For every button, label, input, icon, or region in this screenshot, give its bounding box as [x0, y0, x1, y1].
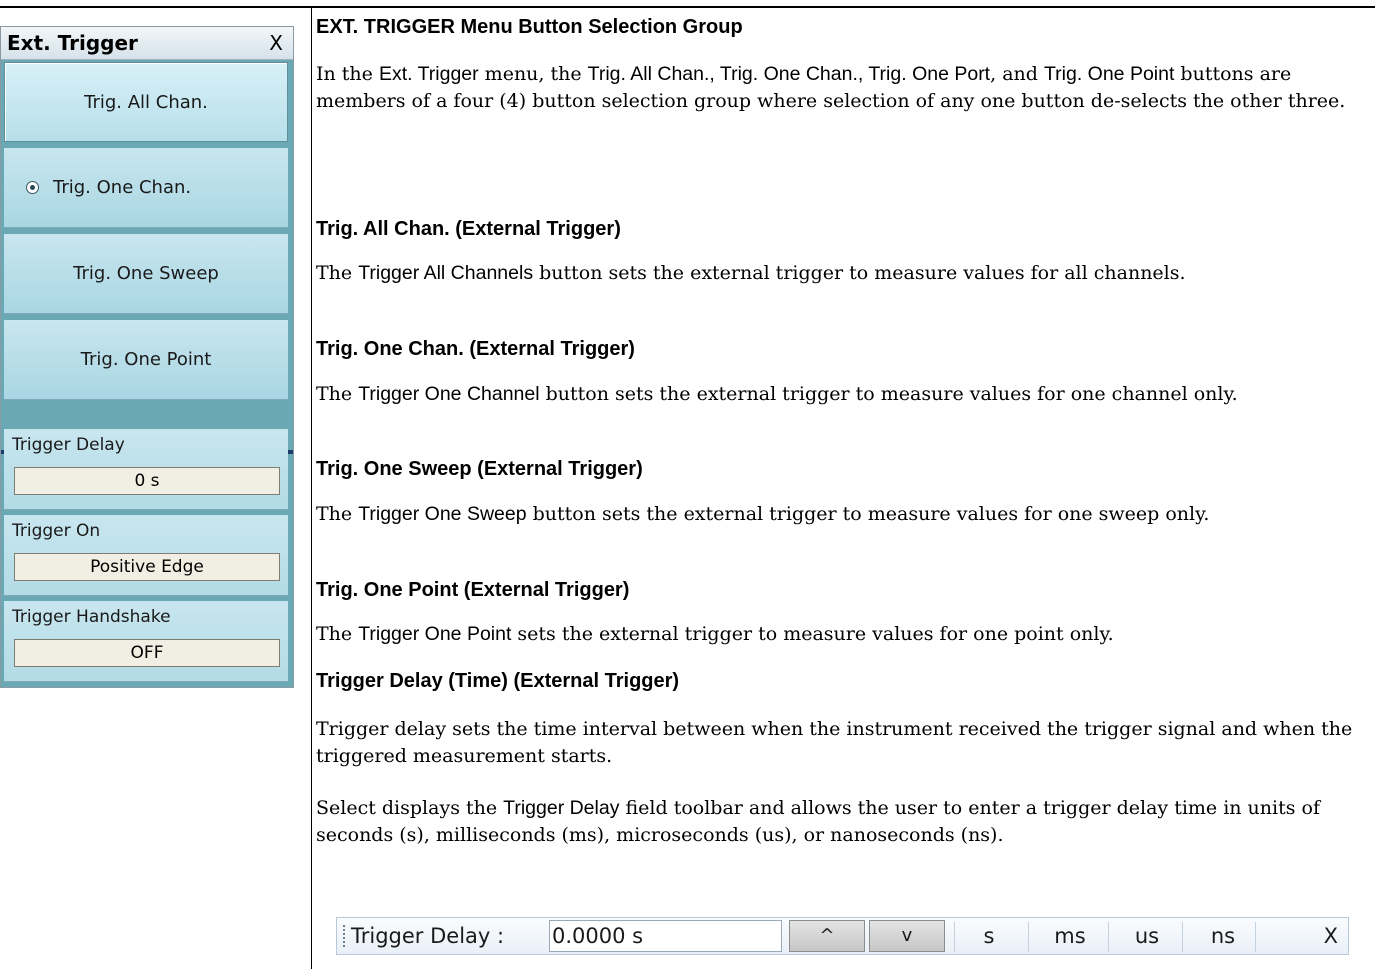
trigger-delay-input[interactable]: 0.0000 s [549, 920, 782, 952]
trig-one-sweep-slot: Trig. One Sweep [1, 231, 293, 317]
menu-close-icon[interactable]: X [269, 31, 283, 55]
trig-one-sweep-button[interactable]: Trig. One Sweep [4, 234, 288, 314]
decrement-button[interactable]: v [869, 920, 945, 952]
toolbar-grip-icon[interactable] [343, 925, 345, 949]
trigger-delay-paragraph-1: Trigger delay sets the time interval bet… [316, 718, 1353, 767]
one-chan-paragraph: The Trigger One Channel button sets the … [316, 383, 1238, 405]
top-rule [0, 6, 1375, 8]
trig-all-chan-label: Trig. All Chan. [84, 91, 208, 113]
chevron-down-icon: v [901, 925, 913, 946]
menu-title-bar: Ext. Trigger X [1, 27, 293, 60]
unit-ms-button[interactable]: ms [1040, 924, 1100, 948]
toolbar-divider [954, 922, 955, 952]
trig-one-chan-button[interactable]: Trig. One Chan. [4, 148, 288, 228]
trigger-handshake-value[interactable]: OFF [14, 639, 280, 667]
ext-trigger-menu: Ext. Trigger X Trig. All Chan. Trig. One… [0, 26, 294, 688]
menu-title: Ext. Trigger [7, 31, 138, 55]
toolbar-divider [1182, 922, 1183, 952]
one-chan-heading: Trig. One Chan. (External Trigger) [316, 338, 635, 360]
trig-one-chan-slot: Trig. One Chan. [1, 145, 293, 231]
toolbar-label: Trigger Delay : [351, 924, 505, 948]
trigger-delay-label: Trigger Delay [12, 435, 125, 455]
chevron-up-icon: ^ [819, 925, 835, 946]
trig-one-chan-label: Trig. One Chan. [53, 177, 192, 198]
trigger-delay-toolbar: Trigger Delay : 0.0000 s ^ v s ms us ns … [336, 917, 1349, 955]
trigger-delay-heading: Trigger Delay (Time) (External Trigger) [316, 670, 680, 692]
trigger-delay-paragraph-2: Select displays the Trigger Delay field … [316, 797, 1321, 846]
toolbar-divider [1028, 922, 1029, 952]
toolbar-divider [1255, 922, 1256, 952]
all-chan-heading: Trig. All Chan. (External Trigger) [316, 218, 621, 240]
group-paragraph: In the Ext. Trigger menu, the Trig. All … [316, 63, 1346, 112]
trigger-delay-value[interactable]: 0 s [14, 467, 280, 495]
one-sweep-paragraph: The Trigger One Sweep button sets the ex… [316, 503, 1210, 525]
radio-selected-icon [26, 181, 39, 194]
trigger-handshake-label: Trigger Handshake [12, 607, 171, 627]
toolbar-divider [1108, 922, 1109, 952]
all-chan-paragraph: The Trigger All Channels button sets the… [316, 262, 1186, 284]
unit-us-button[interactable]: us [1117, 924, 1177, 948]
one-sweep-heading: Trig. One Sweep (External Trigger) [316, 458, 643, 480]
unit-s-button[interactable]: s [959, 924, 1019, 948]
column-divider [311, 6, 312, 969]
toolbar-close-icon[interactable]: X [1324, 924, 1338, 948]
increment-button[interactable]: ^ [789, 920, 865, 952]
trig-one-point-slot: Trig. One Point [1, 317, 293, 403]
trigger-on-field[interactable]: Trigger On Positive Edge [4, 515, 288, 596]
one-point-paragraph: The Trigger One Point sets the external … [316, 623, 1114, 645]
trig-one-sweep-label: Trig. One Sweep [73, 263, 219, 284]
trigger-handshake-field[interactable]: Trigger Handshake OFF [4, 601, 288, 682]
trigger-on-label: Trigger On [12, 521, 101, 541]
trigger-delay-field[interactable]: Trigger Delay 0 s [4, 429, 288, 510]
unit-ns-button[interactable]: ns [1193, 924, 1253, 948]
trig-one-point-button[interactable]: Trig. One Point [4, 320, 288, 400]
trig-all-chan-button[interactable]: Trig. All Chan. [4, 62, 288, 142]
trigger-on-value[interactable]: Positive Edge [14, 553, 280, 581]
one-point-heading: Trig. One Point (External Trigger) [316, 579, 630, 601]
group-heading: EXT. TRIGGER Menu Button Selection Group [316, 16, 743, 38]
trig-one-point-label: Trig. One Point [80, 349, 212, 370]
trig-all-chan-slot: Trig. All Chan. [1, 59, 293, 145]
